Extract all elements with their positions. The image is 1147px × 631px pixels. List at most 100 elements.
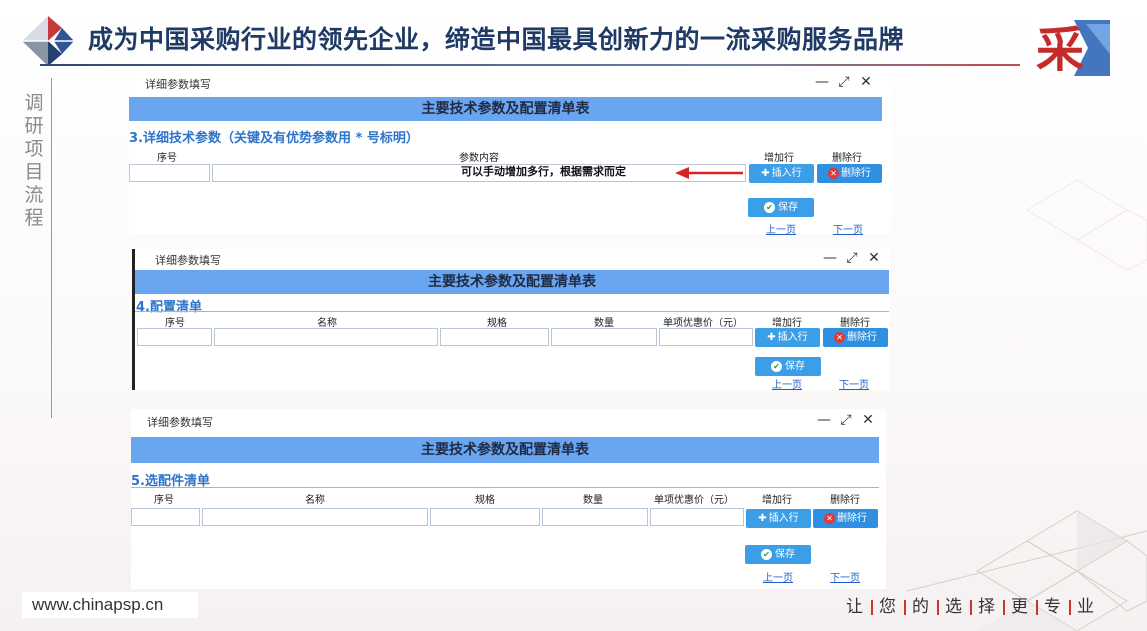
column-header: 序号 [157,153,177,164]
side-char: 项 [24,138,44,160]
slogan-char: 专 [1036,596,1069,618]
detail-params-dialog-3: 详细参数填写 — ⤢ ✕ 主要技术参数及配置清单表 5.选配件清单 序号 名称 规格… [131,409,886,589]
dialog-header: 详细参数填写 [145,78,211,91]
column-header: 数量 [594,318,614,329]
column-header: 增加行 [762,495,792,506]
next-page-link[interactable]: 下一页 [830,569,860,584]
column-header: 增加行 [764,153,794,164]
column-header: 参数内容 [459,153,499,164]
close-icon[interactable]: ✕ [855,74,877,90]
footer-slogan: 让您的选择更专业 [838,596,1102,618]
column-header: 单项优惠价（元） [654,495,734,506]
insert-row-button[interactable]: ✚ 插入行 [746,509,811,528]
check-icon: ✔ [771,361,782,372]
corner-decoration-top [1026,179,1147,270]
column-header: 序号 [154,495,174,506]
maximize-icon[interactable]: ⤢ [833,74,855,90]
side-char: 研 [24,115,44,137]
minimize-icon[interactable]: — [813,412,835,428]
spec-input[interactable] [440,328,549,346]
insert-row-button[interactable]: ✚ 插入行 [755,328,820,347]
column-header: 名称 [317,318,337,329]
page-title: 成为中国采购行业的领先企业，缔造中国最具创新力的一流采购服务品牌 [88,25,905,54]
arrow-left-icon [675,167,743,179]
seq-input[interactable] [137,328,212,346]
window-controls: — ⤢ ✕ [813,412,879,428]
unit-price-input[interactable] [650,508,744,526]
detail-params-dialog-2: 详细参数填写 — ⤢ ✕ 主要技术参数及配置清单表 4.配置清单 序号 名称 规格 … [135,249,890,391]
brand-logo-glyph: 采 [1036,22,1084,78]
save-label: 保存 [785,361,805,372]
side-char: 目 [24,161,44,183]
delete-row-label: 删除行 [837,513,867,524]
name-input[interactable] [202,508,428,526]
slogan-char: 业 [1069,596,1102,618]
next-page-link[interactable]: 下一页 [839,376,869,391]
side-vertical-label: 调 研 项 目 流 程 [22,92,46,230]
side-char: 流 [24,184,44,206]
plus-icon: ✚ [767,332,776,343]
side-char: 程 [24,207,44,229]
minimize-icon[interactable]: — [811,74,833,90]
next-page-link[interactable]: 下一页 [833,221,863,236]
slogan-char: 选 [937,596,970,618]
maximize-icon[interactable]: ⤢ [835,412,857,428]
save-label: 保存 [778,202,798,213]
column-header: 删除行 [840,318,870,329]
prev-page-link[interactable]: 上一页 [763,569,793,584]
column-header: 序号 [165,318,185,329]
insert-row-label: 插入行 [771,168,802,179]
brand-logo: 采 [1030,14,1114,80]
spec-input[interactable] [430,508,540,526]
title-underline [40,64,1020,66]
prev-page-link[interactable]: 上一页 [766,221,796,236]
dialog-header: 详细参数填写 [147,416,213,429]
column-header: 增加行 [772,318,802,329]
minimize-icon[interactable]: — [819,250,841,266]
name-input[interactable] [214,328,438,346]
plus-icon: ✚ [758,513,767,524]
table-title-bar: 主要技术参数及配置清单表 [135,270,889,294]
website-url[interactable]: www.chinapsp.cn [22,592,198,618]
column-header: 规格 [487,318,507,329]
section-title: 3.详细技术参数（关键及有优势参数用 * 号标明） [129,131,419,146]
close-icon[interactable]: ✕ [863,250,885,266]
side-divider [51,78,52,418]
save-label: 保存 [775,549,795,560]
delete-row-button[interactable]: ✕ 删除行 [817,164,882,183]
insert-row-button[interactable]: ✚ 插入行 [749,164,814,183]
unit-price-input[interactable] [659,328,753,346]
delete-x-icon: ✕ [828,168,839,179]
quantity-input[interactable] [551,328,657,346]
company-logo [22,16,74,66]
column-header: 单项优惠价（元） [663,318,743,329]
quantity-input[interactable] [542,508,648,526]
seq-input[interactable] [129,164,210,182]
window-controls: — ⤢ ✕ [819,250,885,266]
save-button[interactable]: ✔ 保存 [748,198,814,217]
close-icon[interactable]: ✕ [857,412,879,428]
slogan-char: 您 [871,596,904,618]
slogan-char: 择 [970,596,1003,618]
table-title-bar: 主要技术参数及配置清单表 [131,437,879,463]
column-header: 删除行 [830,495,860,506]
detail-params-dialog-1: 详细参数填写 — ⤢ ✕ 主要技术参数及配置清单表 3.详细技术参数（关键及有优势参… [129,72,891,236]
delete-x-icon: ✕ [834,332,845,343]
check-icon: ✔ [764,202,775,213]
delete-row-button[interactable]: ✕ 删除行 [813,509,878,528]
delete-x-icon: ✕ [824,513,835,524]
check-icon: ✔ [761,549,772,560]
save-button[interactable]: ✔ 保存 [745,545,811,564]
delete-row-button[interactable]: ✕ 删除行 [823,328,888,347]
plus-icon: ✚ [761,168,770,179]
seq-input[interactable] [131,508,200,526]
delete-row-label: 删除行 [841,168,871,179]
delete-row-label: 删除行 [847,332,877,343]
maximize-icon[interactable]: ⤢ [841,250,863,266]
insert-row-label: 插入行 [777,332,808,343]
prev-page-link[interactable]: 上一页 [772,376,802,391]
column-header: 数量 [583,495,603,506]
dialog-header: 详细参数填写 [155,254,221,267]
save-button[interactable]: ✔ 保存 [755,357,821,376]
column-header: 规格 [475,495,495,506]
